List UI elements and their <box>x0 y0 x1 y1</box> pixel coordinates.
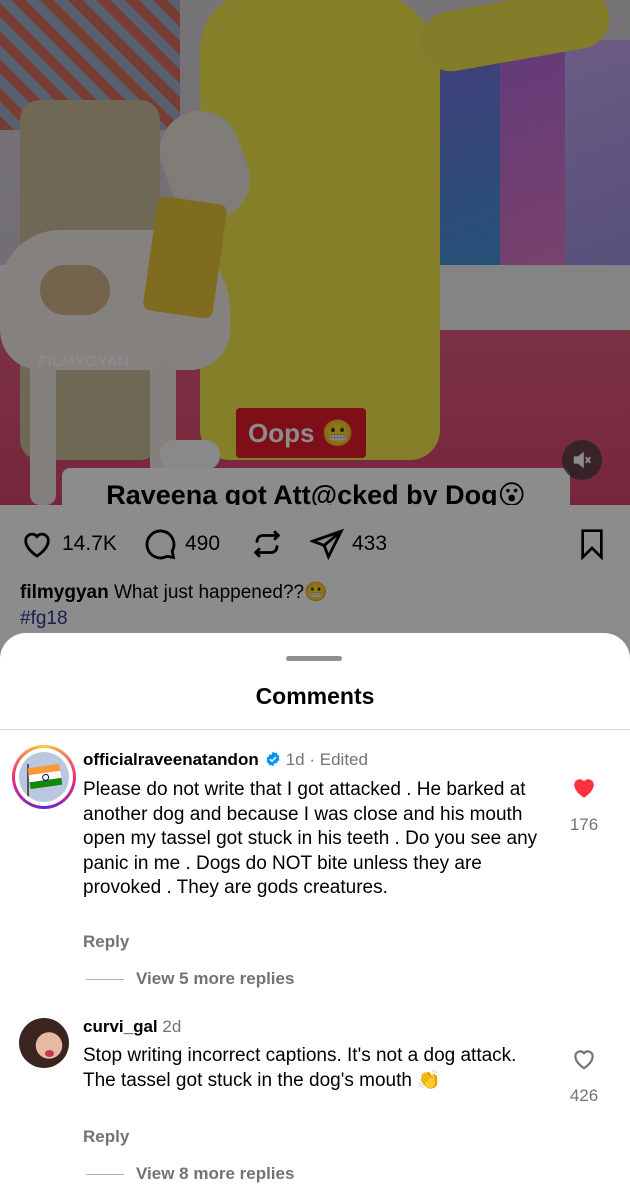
comment-username[interactable]: curvi_gal <box>83 1017 158 1036</box>
comment-header: officialraveenatandon 1d · Edited <box>83 750 368 769</box>
sheet-title: Comments <box>255 683 375 709</box>
reply-button[interactable]: Reply <box>83 1127 129 1147</box>
heart-icon[interactable] <box>570 1046 598 1072</box>
comment-username[interactable]: officialraveenatandon <box>83 750 259 769</box>
comment-header: curvi_gal 2d <box>83 1017 181 1037</box>
comment-text: Stop writing incorrect captions. It's no… <box>83 1045 517 1091</box>
liked-heart-icon[interactable] <box>570 775 598 801</box>
view-more-replies[interactable]: View 5 more replies <box>136 969 294 989</box>
sheet-drag-handle[interactable] <box>286 656 342 661</box>
divider <box>0 729 630 730</box>
view-more-replies[interactable]: View 8 more replies <box>136 1164 294 1184</box>
verified-badge-icon <box>266 751 280 767</box>
comment-text: Please do not write that I got attacked … <box>83 779 538 898</box>
india-flag-icon <box>27 763 63 790</box>
reply-button[interactable]: Reply <box>83 932 129 952</box>
edited-label: Edited <box>319 750 368 769</box>
comment-like-count: 176 <box>569 815 599 834</box>
comment-like-count: 426 <box>569 1086 599 1105</box>
avatar[interactable] <box>19 1018 69 1068</box>
comment-time: 2d <box>162 1017 182 1036</box>
avatar[interactable] <box>12 745 76 809</box>
comments-sheet: Comments officialraveenatandon 1d · Edite… <box>0 633 630 1200</box>
comment-time: 1d <box>285 750 305 769</box>
